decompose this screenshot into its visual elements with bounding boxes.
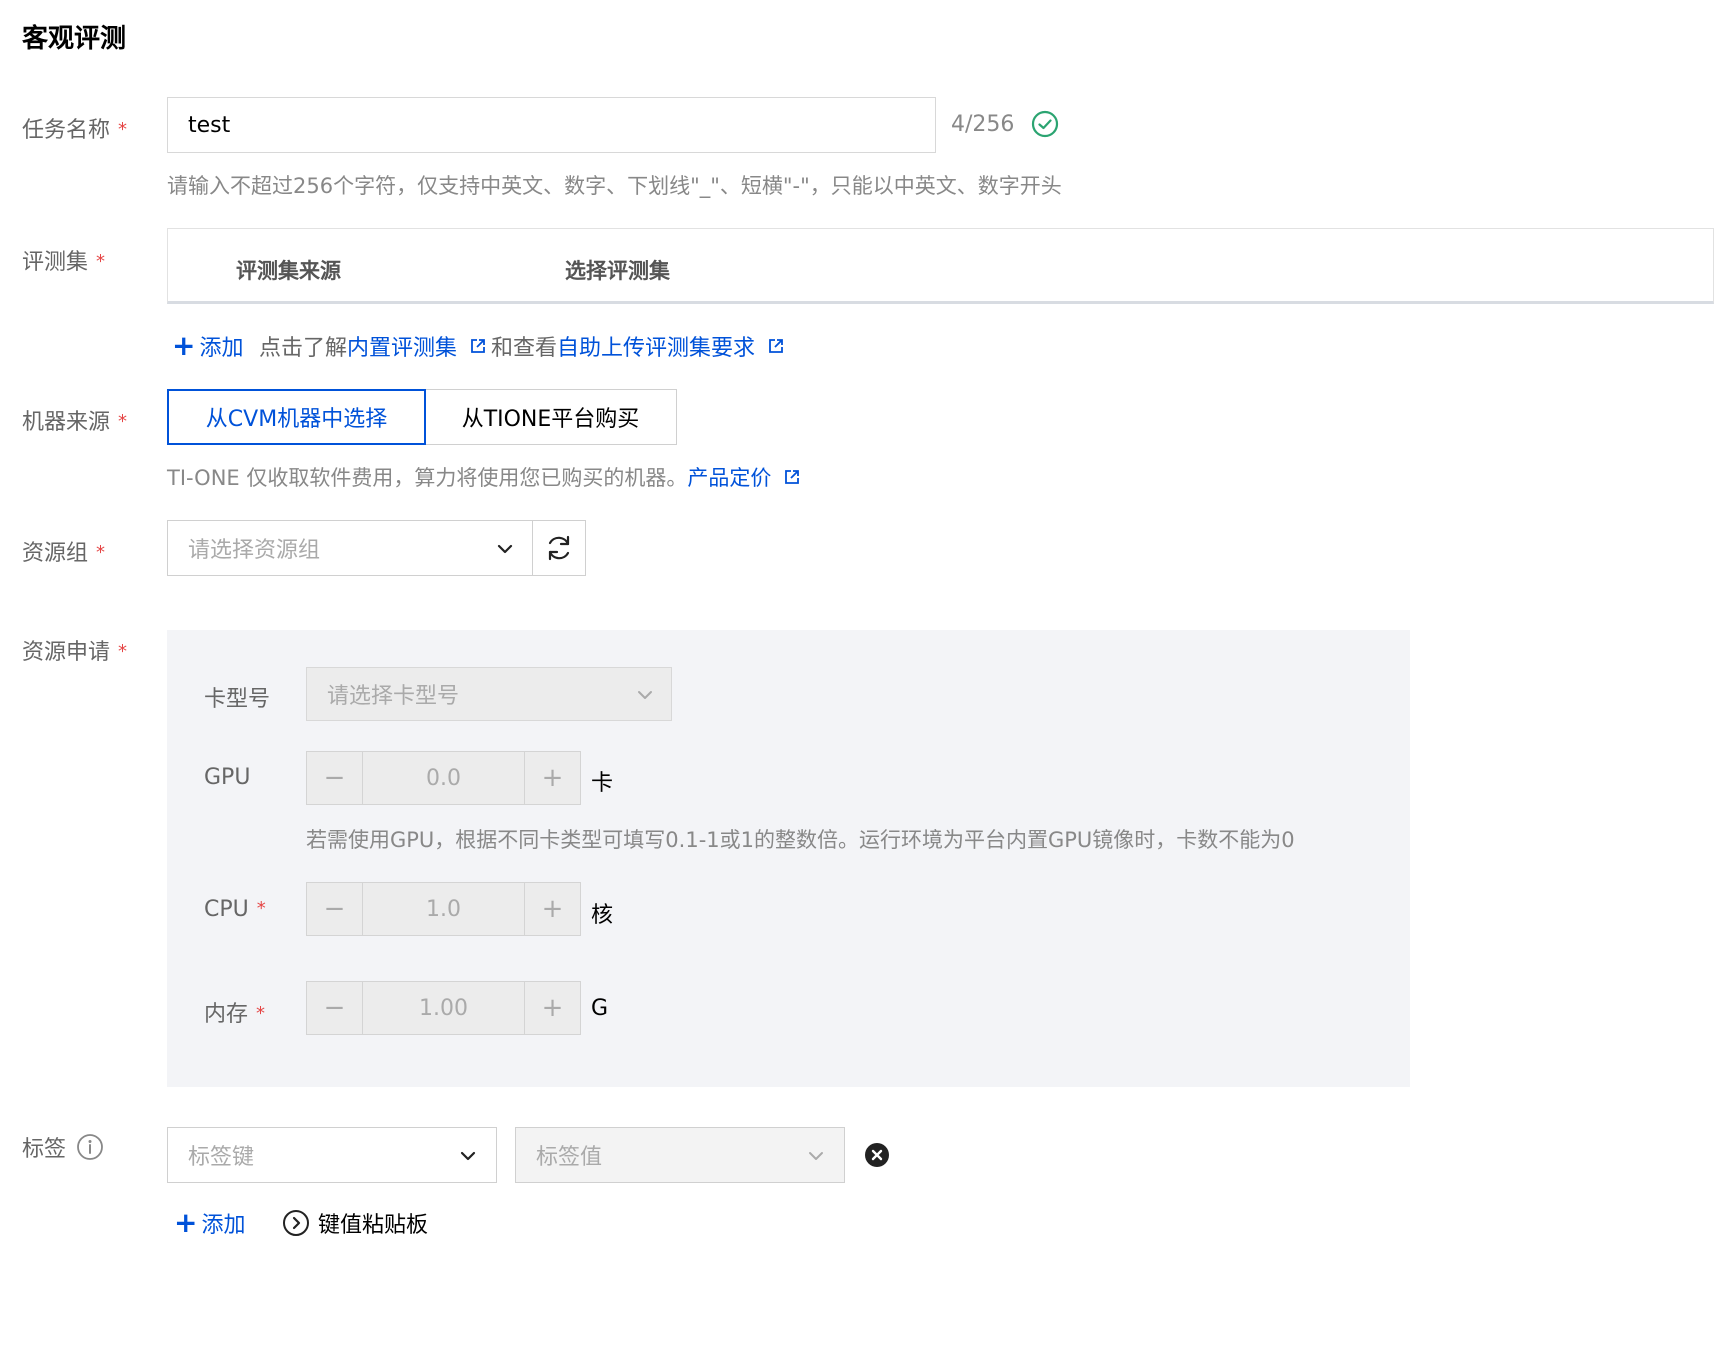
gpu-increment-button[interactable]: +	[525, 752, 580, 804]
gpu-decrement-button[interactable]: −	[307, 752, 362, 804]
resource-group-placeholder: 请选择资源组	[188, 538, 321, 563]
eval-set-info-prefix: 点击了解	[259, 336, 348, 361]
page-title: 客观评测	[22, 24, 127, 54]
key-value-clipboard-button[interactable]: 键值粘贴板	[282, 1207, 428, 1239]
memory-label: 内存 *	[204, 996, 265, 1028]
required-mark: *	[96, 251, 106, 272]
gpu-unit: 卡	[591, 771, 614, 796]
task-name-value: test	[188, 112, 231, 138]
tag-key-select[interactable]: 标签键	[167, 1127, 497, 1183]
add-eval-set-label: 添加	[199, 336, 244, 361]
chevron-down-icon	[495, 539, 515, 565]
required-mark: *	[96, 542, 106, 563]
plus-icon: +	[172, 329, 196, 362]
resource-group-select[interactable]: 请选择资源组	[167, 520, 534, 576]
cpu-value[interactable]: 1.0	[362, 883, 525, 935]
external-link-icon[interactable]	[783, 468, 801, 486]
gpu-hint: 若需使用GPU，根据不同卡类型可填写0.1-1或1的整数倍。运行环境为平台内置G…	[306, 828, 1295, 852]
eval-set-label-text: 评测集	[22, 250, 89, 275]
required-mark: *	[118, 641, 128, 662]
builtin-eval-set-link[interactable]: 内置评测集	[347, 330, 457, 362]
cpu-decrement-button[interactable]: −	[307, 883, 362, 935]
task-name-hint: 请输入不超过256个字符，仅支持中英文、数字、下划线"_"、短横"-"，只能以中…	[167, 174, 1062, 198]
tag-value-select[interactable]: 标签值	[515, 1127, 845, 1183]
column-select-eval-set: 选择评测集	[565, 259, 670, 283]
memory-increment-button[interactable]: +	[525, 982, 580, 1034]
eval-set-label: 评测集 *	[22, 244, 105, 276]
char-counter: 4/256	[951, 112, 1015, 137]
add-tag-label: 添加	[201, 1213, 246, 1238]
add-eval-set-button[interactable]: + 添加	[172, 330, 243, 362]
external-link-icon[interactable]	[469, 337, 487, 355]
chevron-down-icon	[458, 1146, 478, 1172]
memory-value[interactable]: 1.00	[362, 982, 525, 1034]
task-name-label: 任务名称 *	[22, 112, 127, 144]
gpu-value[interactable]: 0.0	[362, 752, 525, 804]
eval-set-info-middle: 和查看	[491, 336, 558, 361]
memory-decrement-button[interactable]: −	[307, 982, 362, 1034]
resource-request-label-text: 资源申请	[22, 640, 111, 665]
card-type-label: 卡型号	[204, 687, 271, 712]
required-mark: *	[118, 119, 128, 140]
cpu-stepper[interactable]: − 1.0 +	[306, 882, 581, 936]
machine-source-label-text: 机器来源	[22, 410, 111, 435]
info-icon[interactable]	[76, 1133, 104, 1161]
tag-value-placeholder: 标签值	[536, 1145, 603, 1170]
required-mark: *	[256, 898, 266, 919]
add-tag-button[interactable]: + 添加	[174, 1207, 245, 1239]
check-circle-icon	[1031, 110, 1059, 138]
resource-request-label: 资源申请 *	[22, 634, 127, 666]
cpu-label: CPU *	[204, 897, 266, 922]
upload-requirements-link[interactable]: 自助上传评测集要求	[557, 330, 755, 362]
machine-source-label: 机器来源 *	[22, 404, 127, 436]
clipboard-label: 键值粘贴板	[318, 1213, 429, 1238]
tags-label-text: 标签	[22, 1137, 67, 1162]
resource-group-label-text: 资源组	[22, 541, 89, 566]
cpu-increment-button[interactable]: +	[525, 883, 580, 935]
task-name-input[interactable]: test	[167, 97, 936, 153]
task-name-label-text: 任务名称	[22, 118, 111, 143]
chevron-down-icon	[635, 685, 655, 711]
chevron-right-circle-icon	[282, 1209, 310, 1237]
column-eval-set-source: 评测集来源	[236, 259, 341, 283]
required-mark: *	[118, 411, 128, 432]
machine-source-hint: TI-ONE 仅收取软件费用，算力将使用您已购买的机器。 产品定价	[167, 462, 801, 492]
cpu-unit: 核	[591, 903, 614, 928]
required-mark: *	[256, 1003, 266, 1024]
tags-label: 标签	[22, 1131, 104, 1163]
card-type-placeholder: 请选择卡型号	[327, 684, 460, 709]
remove-tag-icon[interactable]	[864, 1142, 890, 1168]
option-cvm-machine[interactable]: 从CVM机器中选择	[167, 389, 426, 445]
plus-icon: +	[174, 1206, 198, 1239]
memory-label-text: 内存	[204, 1002, 249, 1027]
cpu-label-text: CPU	[204, 897, 249, 922]
memory-stepper[interactable]: − 1.00 +	[306, 981, 581, 1035]
eval-set-info: 点击了解 内置评测集 和查看 自助上传评测集要求	[259, 330, 785, 362]
option-tione-purchase[interactable]: 从TIONE平台购买	[424, 389, 677, 445]
eval-set-table-header: 评测集来源 选择评测集	[167, 228, 1714, 304]
machine-source-hint-text: TI-ONE 仅收取软件费用，算力将使用您已购买的机器。	[167, 466, 688, 490]
card-type-select[interactable]: 请选择卡型号	[306, 667, 672, 721]
gpu-stepper[interactable]: − 0.0 +	[306, 751, 581, 805]
pricing-link[interactable]: 产品定价	[687, 462, 771, 492]
external-link-icon[interactable]	[767, 337, 785, 355]
tag-key-placeholder: 标签键	[188, 1145, 255, 1170]
refresh-icon	[544, 533, 574, 563]
refresh-button[interactable]	[532, 520, 586, 576]
resource-group-label: 资源组 *	[22, 535, 105, 567]
memory-unit: G	[591, 996, 609, 1021]
gpu-label: GPU	[204, 765, 251, 790]
chevron-down-icon	[806, 1146, 826, 1172]
